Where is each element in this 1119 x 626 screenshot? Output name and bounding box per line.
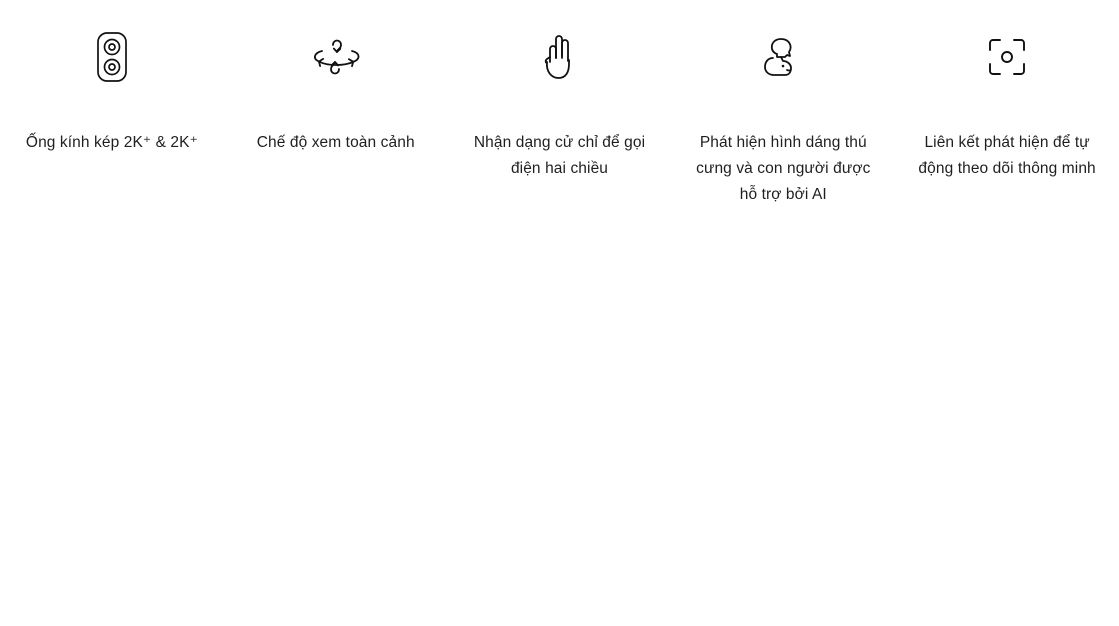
panorama-rotate-icon	[308, 26, 364, 88]
feature-item-dual-lens: Ống kính kép 2K⁺ & 2K⁺	[0, 26, 224, 226]
feature-label: Liên kết phát hiện để tự động theo dõi t…	[918, 134, 1096, 177]
feature-label: Chế độ xem toàn cảnh	[256, 134, 415, 151]
feature-item-gesture: Nhận dạng cử chỉ để gọi điện hai chiều	[448, 26, 672, 226]
dual-lens-icon	[94, 26, 130, 88]
feature-label: Ống kính kép 2K⁺ & 2K⁺	[25, 134, 198, 151]
feature-grid: Ống kính kép 2K⁺ & 2K⁺ Chế độ xem toàn c…	[0, 0, 1119, 250]
feature-item-pet-human-detection: Phát hiện hình dáng thú cưng và con ngườ…	[671, 26, 895, 226]
hand-gesture-icon	[539, 26, 579, 88]
feature-row-1: Ống kính kép 2K⁺ & 2K⁺ Chế độ xem toàn c…	[0, 26, 1119, 250]
feature-label: Nhận dạng cử chỉ để gọi điện hai chiều	[473, 134, 646, 177]
auto-tracking-frame-icon	[985, 26, 1029, 88]
feature-item-panorama: Chế độ xem toàn cảnh	[224, 26, 448, 226]
feature-item-auto-tracking: Liên kết phát hiện để tự động theo dõi t…	[895, 26, 1119, 226]
feature-label: Phát hiện hình dáng thú cưng và con ngườ…	[696, 134, 871, 203]
pet-human-detection-icon	[759, 26, 807, 88]
